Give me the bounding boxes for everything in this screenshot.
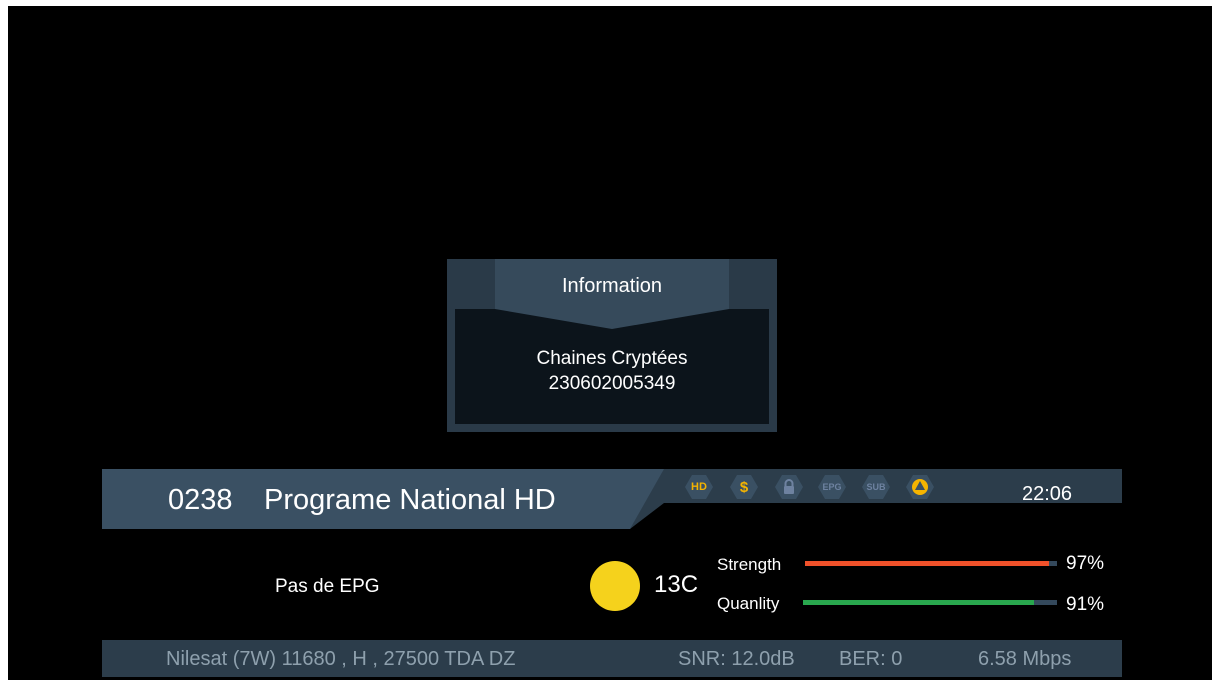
status-bar: Nilesat (7W) 11680 , H , 27500 TDA DZ SN…	[102, 640, 1122, 677]
channel-info-bar: 0238 Programe National HD HD $ EPG SUB 2…	[102, 469, 1122, 529]
quality-bar	[803, 600, 1057, 605]
epg-badge: EPG	[818, 475, 846, 499]
dialog-message: Chaines Cryptées	[536, 348, 688, 369]
ber-value: BER: 0	[839, 648, 903, 670]
bitrate-value: 6.58 Mbps	[978, 648, 1072, 670]
quality-label: Quanlity	[717, 594, 780, 613]
ci-icon	[906, 475, 934, 499]
temperature: 13C	[654, 571, 699, 598]
strength-value: 97%	[1066, 553, 1105, 574]
lock-icon	[775, 475, 803, 499]
channel-bar-shape	[102, 469, 1122, 529]
strength-bar	[805, 561, 1057, 566]
dialog-notch	[495, 309, 729, 329]
card-number: 230602005349	[548, 373, 676, 394]
strength-label: Strength	[717, 555, 782, 574]
subtitle-badge: SUB	[862, 475, 890, 499]
signal-status-icon	[590, 561, 640, 611]
dialog-body: Chaines Cryptées 230602005349	[455, 309, 769, 424]
hd-badge: HD	[685, 475, 713, 499]
transponder-info: Nilesat (7W) 11680 , H , 27500 TDA DZ	[166, 648, 516, 670]
snr-value: SNR: 12.0dB	[678, 648, 795, 670]
quality-bar-fill	[803, 600, 1035, 605]
strength-bar-fill	[805, 561, 1050, 566]
quality-value: 91%	[1066, 594, 1105, 615]
information-dialog: Information Chaines Cryptées 23060200534…	[447, 259, 777, 432]
dialog-title: Information	[561, 275, 663, 297]
channel-number: 0238	[168, 484, 233, 516]
pay-channel-icon: $	[730, 475, 758, 499]
epg-text: Pas de EPG	[275, 576, 380, 597]
clock: 22:06	[1022, 483, 1073, 505]
channel-name: Programe National HD	[264, 484, 556, 516]
